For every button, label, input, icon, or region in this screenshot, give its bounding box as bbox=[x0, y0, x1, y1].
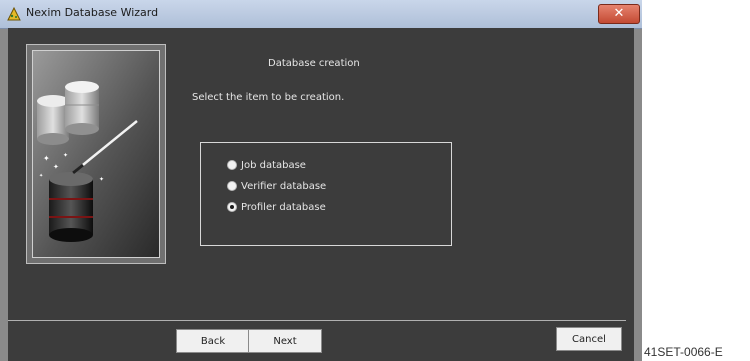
database-magic-wand-image: ✦ ✦ ✦ ✦ ✦ bbox=[33, 51, 159, 257]
radio-job-database[interactable] bbox=[227, 160, 237, 170]
radio-verifier-database[interactable] bbox=[227, 181, 237, 191]
wizard-window: Nexim Database Wizard ✕ ✦ ✦ ✦ ✦ ✦ Databa… bbox=[0, 0, 642, 361]
back-button[interactable]: Back bbox=[176, 329, 250, 353]
database-type-group: Job database Verifier database Profiler … bbox=[200, 142, 452, 246]
footer-divider bbox=[8, 320, 626, 321]
cancel-button[interactable]: Cancel bbox=[556, 327, 622, 351]
option-verifier-database[interactable]: Verifier database bbox=[227, 178, 326, 194]
wizard-client-area: ✦ ✦ ✦ ✦ ✦ Database creation Select the i… bbox=[8, 28, 634, 361]
option-profiler-database[interactable]: Profiler database bbox=[227, 199, 326, 215]
option-label: Profiler database bbox=[241, 201, 326, 213]
svg-text:✦: ✦ bbox=[99, 176, 104, 183]
title-bar: Nexim Database Wizard ✕ bbox=[0, 0, 642, 29]
svg-text:✦: ✦ bbox=[39, 173, 43, 179]
option-job-database[interactable]: Job database bbox=[227, 157, 306, 173]
window-title: Nexim Database Wizard bbox=[26, 6, 159, 19]
wizard-hat-icon bbox=[6, 6, 22, 22]
next-button[interactable]: Next bbox=[248, 329, 322, 353]
close-icon: ✕ bbox=[613, 6, 625, 21]
svg-text:✦: ✦ bbox=[63, 152, 68, 159]
option-label: Verifier database bbox=[241, 180, 327, 192]
instruction-text: Select the item to be creation. bbox=[192, 92, 345, 103]
close-button[interactable]: ✕ bbox=[598, 4, 640, 24]
wizard-illustration: ✦ ✦ ✦ ✦ ✦ bbox=[26, 44, 166, 264]
option-label: Job database bbox=[241, 159, 306, 171]
page-heading: Database creation bbox=[268, 58, 360, 69]
figure-code: 41SET-0066-E bbox=[644, 345, 723, 359]
svg-text:✦: ✦ bbox=[43, 154, 50, 163]
svg-text:✦: ✦ bbox=[53, 163, 59, 171]
radio-profiler-database[interactable] bbox=[227, 202, 237, 212]
